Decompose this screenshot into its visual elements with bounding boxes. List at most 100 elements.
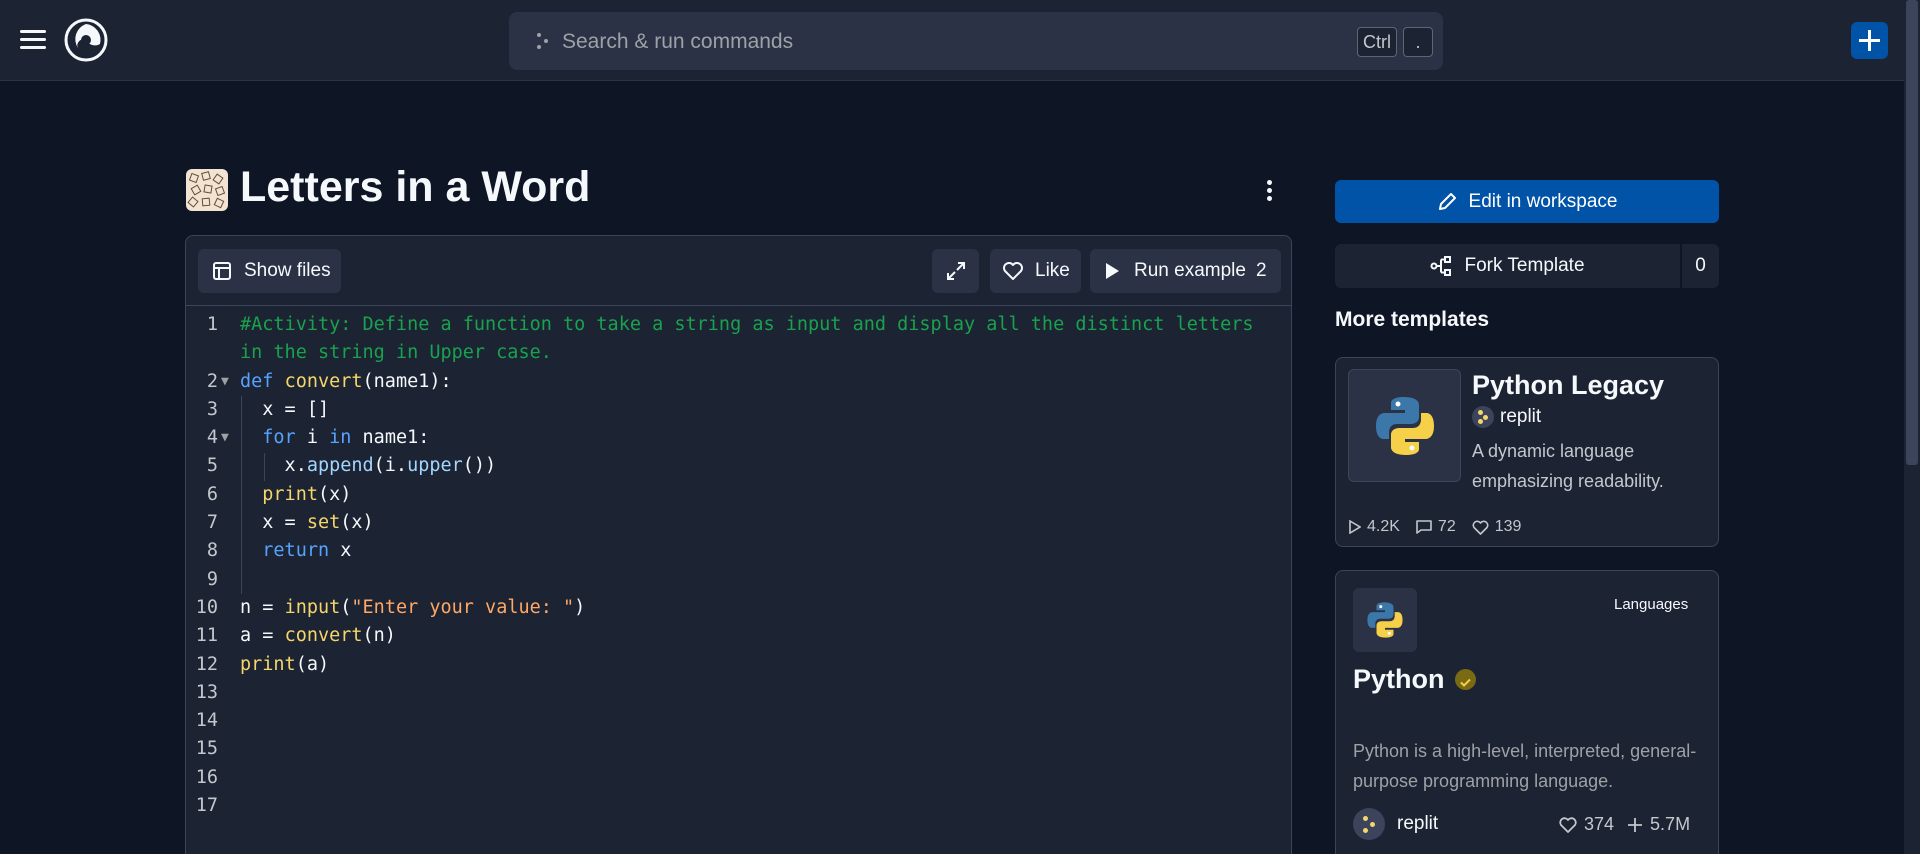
- code-token: append: [306, 455, 374, 477]
- template-icon: [186, 169, 228, 211]
- page-title: Letters in a Word: [240, 163, 591, 211]
- code-line[interactable]: 12 print(a): [186, 651, 1291, 679]
- heart-icon: [1003, 262, 1023, 280]
- line-number: 15: [195, 738, 218, 760]
- expand-icon: [946, 262, 965, 280]
- comments-stat: 72: [1416, 518, 1456, 536]
- fork-icon: [1430, 256, 1452, 276]
- code-token: (: [340, 596, 352, 618]
- code-line[interactable]: 2 ▼ def convert(name1):: [186, 368, 1291, 396]
- code-token: def: [240, 370, 285, 392]
- shortcut-period-key: .: [1403, 27, 1433, 57]
- line-number: 8: [206, 540, 218, 562]
- fork-template-button[interactable]: Fork Template: [1335, 244, 1680, 288]
- code-line[interactable]: 16: [186, 764, 1291, 792]
- code-text: x.append(i.upper()): [240, 452, 497, 480]
- likes-stat: 374: [1558, 814, 1614, 835]
- code-token: a =: [240, 625, 285, 647]
- code-token: x = []: [240, 398, 330, 420]
- command-icon: [537, 33, 548, 49]
- code-token: (i.: [373, 455, 408, 477]
- page-scrollbar[interactable]: [1904, 0, 1920, 854]
- line-number: 12: [195, 653, 218, 675]
- code-line[interactable]: 6 print(x): [186, 481, 1291, 509]
- template-card-python[interactable]: Languages Python Python is a high-level,…: [1335, 570, 1719, 854]
- code-line[interactable]: 14: [186, 707, 1291, 735]
- play-icon: [1106, 263, 1119, 279]
- replit-avatar: [1353, 808, 1385, 840]
- edit-in-workspace-button[interactable]: Edit in workspace: [1335, 180, 1719, 223]
- code-line[interactable]: 10 n = input("Enter your value: "): [186, 594, 1291, 622]
- template-name: Python Legacy: [1472, 370, 1665, 400]
- template-stats: 4.2K 72 139: [1349, 518, 1537, 536]
- code-text: for i in name1:: [240, 424, 429, 452]
- heart-icon: [1559, 816, 1577, 833]
- code-text: def convert(name1):: [240, 368, 452, 396]
- code-line[interactable]: 11 a = convert(n): [186, 622, 1291, 650]
- code-token: x.: [240, 455, 307, 477]
- code-line[interactable]: 13: [186, 679, 1291, 707]
- comments-count: 72: [1437, 518, 1456, 535]
- code-line[interactable]: 5 x.append(i.upper()): [186, 452, 1291, 480]
- category-badge: Languages: [1614, 596, 1689, 613]
- files-icon: [213, 262, 231, 280]
- fold-arrow-icon[interactable]: ▼: [221, 368, 235, 396]
- indent-guide: [264, 452, 265, 481]
- search-bar[interactable]: Search & run commands Ctrl .: [509, 12, 1443, 70]
- line-number: 16: [195, 766, 218, 788]
- template-owner[interactable]: replit: [1353, 808, 1438, 840]
- template-name-text: Python: [1353, 664, 1445, 694]
- run-example-button[interactable]: Run example 2: [1090, 249, 1281, 293]
- code-token: x =: [240, 512, 307, 534]
- top-bar: Search & run commands Ctrl .: [0, 0, 1904, 81]
- code-line[interactable]: 4 ▼ for i in name1:: [186, 424, 1291, 452]
- template-card-python-legacy[interactable]: Python Legacy replit A dynamic language …: [1335, 357, 1719, 547]
- verified-icon: [1454, 669, 1476, 690]
- menu-icon[interactable]: [20, 30, 46, 50]
- show-files-label: Show files: [244, 260, 331, 281]
- code-line[interactable]: 9: [186, 566, 1291, 594]
- line-number: 14: [195, 710, 218, 732]
- template-stats: 374 5.7M: [1558, 814, 1702, 835]
- line-number: 1: [206, 314, 218, 335]
- edit-label: Edit in workspace: [1468, 190, 1618, 212]
- heart-icon: [1472, 520, 1489, 535]
- line-number: 4: [206, 427, 218, 449]
- line-number: 11: [195, 625, 218, 647]
- code-line[interactable]: in the string in Upper case.: [186, 339, 1291, 367]
- replit-logo[interactable]: [64, 18, 108, 62]
- code-token: (name1):: [362, 370, 452, 392]
- runs-count: 4.2K: [1367, 518, 1400, 535]
- more-options-icon[interactable]: [1264, 180, 1274, 202]
- code-line[interactable]: 15: [186, 735, 1291, 763]
- line-number: 2: [206, 370, 218, 392]
- scrollbar-thumb[interactable]: [1906, 0, 1918, 465]
- code-editor[interactable]: 1 #Activity: Define a function to take a …: [186, 311, 1291, 820]
- code-line[interactable]: 7 x = set(x): [186, 509, 1291, 537]
- code-text: #Activity: Define a function to take a s…: [240, 311, 1254, 339]
- template-owner[interactable]: replit: [1472, 406, 1541, 428]
- code-line[interactable]: 3 x = []: [186, 396, 1291, 424]
- fold-arrow-icon[interactable]: ▼: [221, 424, 235, 452]
- replit-avatar: [1472, 406, 1494, 428]
- search-placeholder: Search & run commands: [562, 30, 794, 53]
- indent-guide: [241, 395, 242, 594]
- line-number: 13: [195, 681, 218, 703]
- code-token: convert: [284, 370, 363, 392]
- code-line[interactable]: 17: [186, 792, 1291, 820]
- shortcut-ctrl-key: Ctrl: [1357, 27, 1397, 57]
- likes-count: 139: [1494, 518, 1522, 535]
- comment-icon: [1416, 520, 1432, 534]
- code-token: input: [284, 596, 341, 618]
- forks-count: 5.7M: [1650, 814, 1691, 834]
- code-line[interactable]: 8 return x: [186, 537, 1291, 565]
- code-text: print(x): [240, 481, 351, 509]
- expand-button[interactable]: [932, 249, 979, 293]
- code-text: x = []: [240, 396, 329, 424]
- like-button[interactable]: Like: [990, 249, 1081, 293]
- code-line[interactable]: 1 #Activity: Define a function to take a …: [186, 311, 1291, 339]
- show-files-button[interactable]: Show files: [198, 249, 341, 293]
- create-button[interactable]: [1851, 22, 1888, 59]
